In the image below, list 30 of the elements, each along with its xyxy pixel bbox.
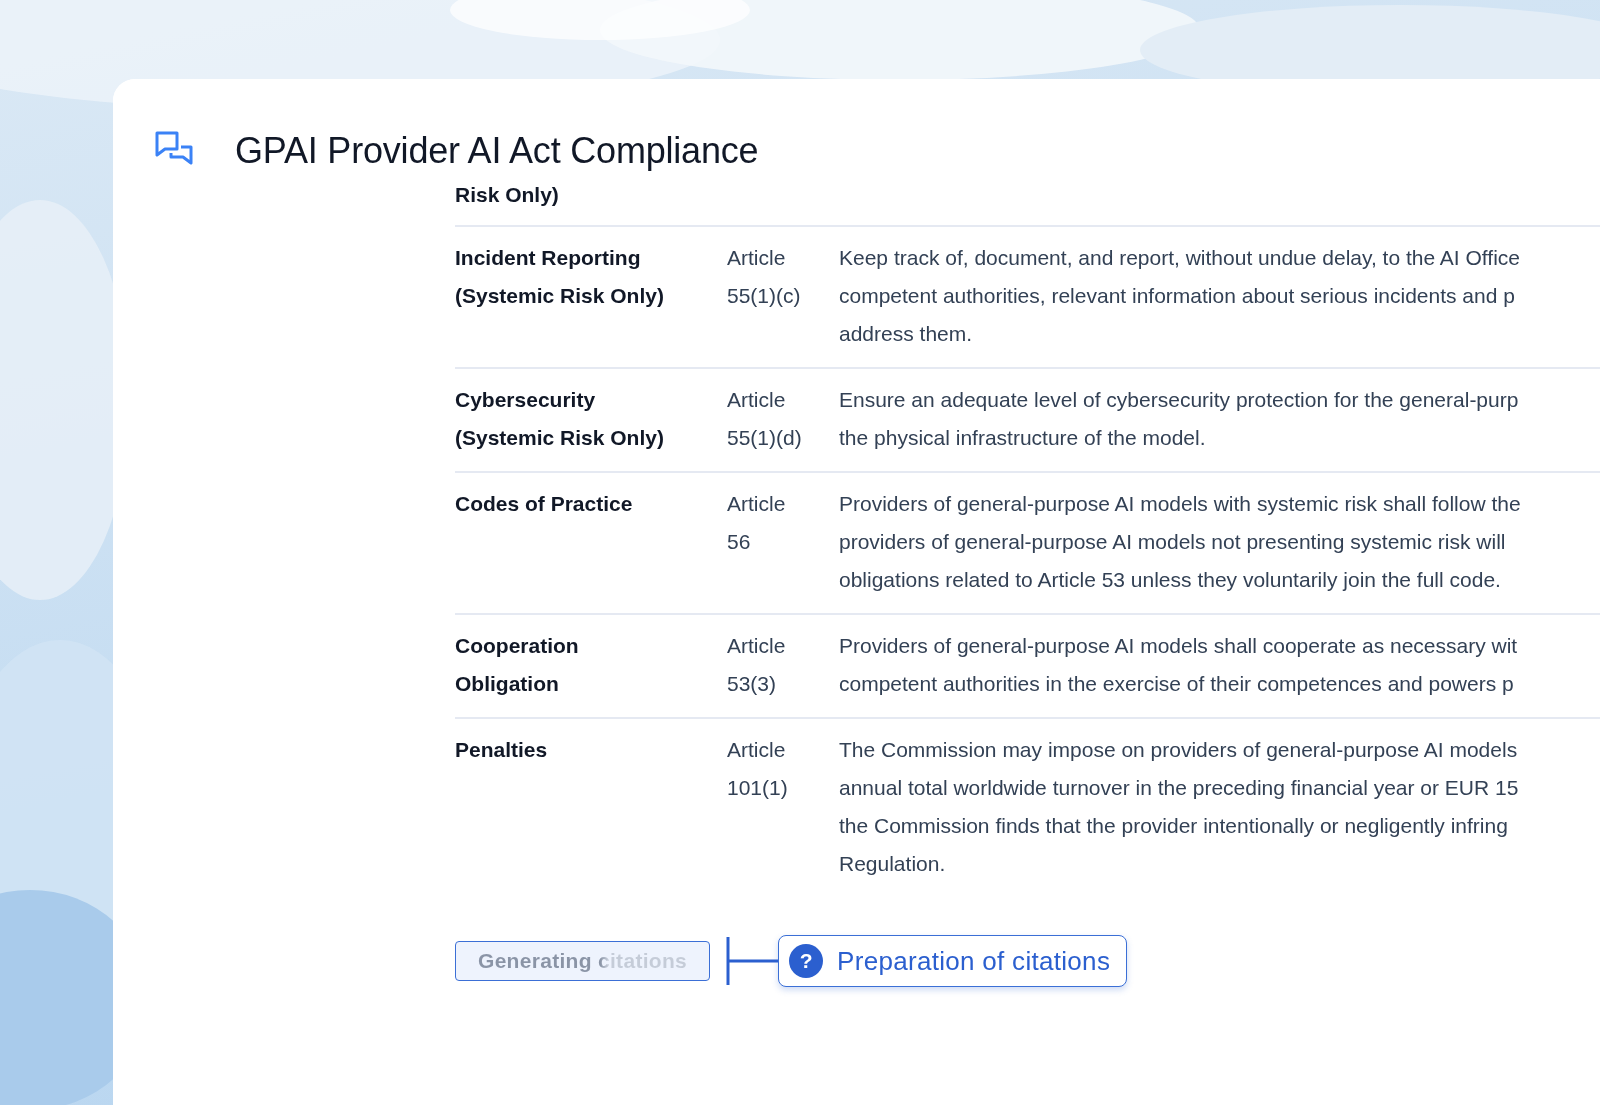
description-line: Ensure an adequate level of cybersecurity protection for the general-purp xyxy=(839,387,1519,413)
description-line: competent authorities, relevant information about serious incidents and p xyxy=(839,283,1515,309)
status-badge: Generating citations xyxy=(455,941,711,981)
connector-line xyxy=(726,937,779,985)
requirement-text: Risk Only) xyxy=(455,183,559,207)
article-text: Article 53(3) xyxy=(727,633,787,697)
description-line: the physical infrastructure of the model. xyxy=(839,425,1206,451)
description-line: providers of general-purpose AI models not presenting systemic risk will xyxy=(839,529,1506,555)
help-icon: ? xyxy=(789,944,824,978)
description-line: The Commission may impose on providers of general-purpose AI models xyxy=(839,737,1518,763)
article-text: Article 56 xyxy=(727,491,787,555)
requirement-text: Codes of Practice xyxy=(455,491,634,517)
description-line: Regulation. xyxy=(839,851,946,877)
description-line: Providers of general-purpose AI models with systemic risk shall follow the xyxy=(839,491,1521,517)
requirement-text: Cooperation Obligation xyxy=(455,633,580,697)
description-line: competent authorities in the exercise of their competences and powers p xyxy=(839,671,1514,697)
description-line: annual total worldwide turnover in the preceding financial year or EUR 15 xyxy=(839,775,1519,801)
article-text: Article 55(1)(c) xyxy=(727,245,802,309)
requirement-text: Penalties xyxy=(455,737,549,763)
article-text: Article 101(1) xyxy=(727,737,789,801)
requirement-text: Incident Reporting (Systemic Risk Only) xyxy=(455,245,665,309)
page-title: GPAI Provider AI Act Compliance xyxy=(235,130,759,172)
description-line: the Commission finds that the provider intentionally or negligently infring xyxy=(839,813,1508,839)
article-text: Article 55(1)(d) xyxy=(727,387,803,451)
description-line: address them. xyxy=(839,321,973,347)
description-line: obligations related to Article 53 unless they voluntarily join the full code. xyxy=(839,567,1501,593)
description-line: Providers of general-purpose AI models shall cooperate as necessary wit xyxy=(839,633,1518,659)
step-label: Preparation of citations xyxy=(837,945,1111,977)
requirement-text: Cybersecurity (Systemic Risk Only) xyxy=(455,387,665,451)
description-line: Keep track of, document, and report, without undue delay, to the AI Office xyxy=(839,245,1520,271)
